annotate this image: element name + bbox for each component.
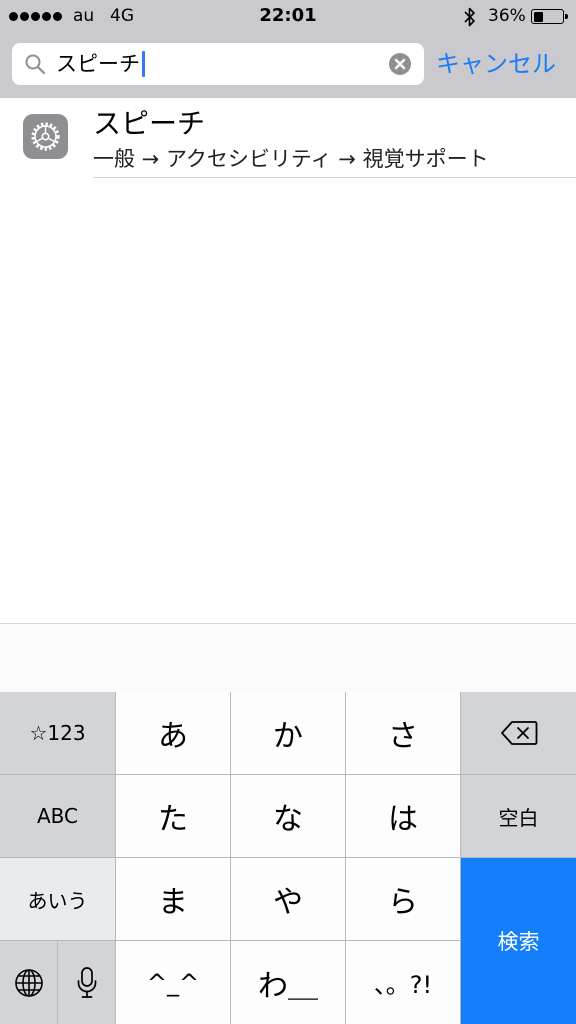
result-path: 一般 → アクセシビリティ → 視覚サポート (93, 147, 489, 171)
key-dictation[interactable] (58, 941, 115, 1024)
key-emoticon[interactable]: ^_^ (116, 941, 230, 1024)
result-divider (93, 177, 576, 178)
key-kana-mode[interactable]: あいう (0, 858, 115, 940)
search-icon (25, 54, 46, 75)
key-wa[interactable]: わ＿ (231, 941, 345, 1024)
key-punctuation[interactable]: 、。?! (346, 941, 460, 1024)
key-ya[interactable]: や (231, 858, 345, 940)
top-bar: au 4G 22:01 36% スピーチ キャンセル (0, 0, 576, 98)
search-input[interactable]: スピーチ (56, 50, 145, 78)
search-field[interactable]: スピーチ (12, 43, 424, 85)
key-a[interactable]: あ (116, 692, 230, 774)
search-query-text: スピーチ (56, 52, 140, 76)
battery-percentage: 36% (488, 6, 526, 26)
settings-gear-icon (23, 114, 68, 159)
battery-icon (531, 9, 568, 24)
key-ma[interactable]: ま (116, 858, 230, 940)
key-abc[interactable]: ABC (0, 775, 115, 857)
key-search[interactable]: 検索 (461, 858, 576, 1024)
key-na[interactable]: な (231, 775, 345, 857)
globe-icon (14, 968, 43, 997)
microphone-icon (77, 966, 96, 998)
key-ka[interactable]: か (231, 692, 345, 774)
bluetooth-icon (464, 7, 475, 27)
status-bar: au 4G 22:01 36% (0, 0, 576, 34)
clear-text-icon[interactable] (389, 53, 411, 75)
battery-level-fill (533, 11, 544, 22)
key-ra[interactable]: ら (346, 858, 460, 940)
result-title: スピーチ (93, 107, 206, 140)
cancel-button[interactable]: キャンセル (436, 46, 572, 82)
keyboard-candidate-bar (0, 623, 576, 692)
key-sa[interactable]: さ (346, 692, 460, 774)
key-numbers-symbols[interactable]: ☆123 (0, 692, 115, 774)
key-ha[interactable]: は (346, 775, 460, 857)
backspace-icon (500, 721, 537, 745)
key-ta[interactable]: た (116, 775, 230, 857)
japanese-keyboard: ☆123 あ か さ ABC た な は 空白 あいう ま や ら ^_^ わ＿… (0, 692, 576, 1024)
text-cursor (142, 51, 145, 77)
key-space[interactable]: 空白 (461, 775, 576, 857)
key-backspace[interactable] (461, 692, 576, 774)
key-globe[interactable] (0, 941, 57, 1024)
